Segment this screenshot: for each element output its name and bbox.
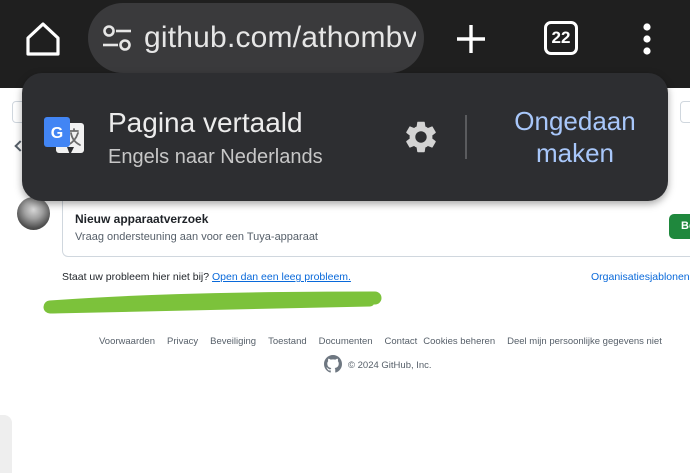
address-bar[interactable]: github.com/athombv [88,3,424,73]
home-button[interactable] [22,18,64,60]
tune-icon[interactable] [102,25,132,51]
footer-link-docs[interactable]: Documenten [319,336,373,350]
bottom-panel-edge [0,415,12,473]
get-started-button[interactable]: Beginnen [669,214,690,239]
organization-templates-link[interactable]: Organisatiesjablonen [591,271,690,283]
template-title: Nieuw apparaatverzoek [75,212,209,226]
translate-settings-button[interactable] [402,118,440,156]
popup-divider [465,115,467,159]
footer-link-status[interactable]: Toestand [268,336,307,350]
popup-subtitle: Engels naar Nederlands [108,146,323,168]
more-menu-button[interactable] [636,20,658,58]
url-text: github.com/athombv [144,21,416,54]
open-blank-issue-link[interactable]: Open dan een leeg probleem. [212,271,351,283]
home-icon [26,22,60,56]
svg-text:G: G [51,125,63,142]
google-translate-icon: G [44,117,84,155]
blank-issue-prompt: Staat uw probleem hier niet bij? [62,271,210,283]
more-vert-icon [643,23,651,55]
issue-template-card: Nieuw apparaatverzoek Vraag ondersteunin… [62,197,690,257]
footer-link-security[interactable]: Beveiliging [210,336,256,350]
blank-issue-line: Staat uw probleem hier niet bij? Open da… [62,271,351,283]
footer-link-terms[interactable]: Voorwaarden [99,336,155,350]
green-scribble [43,291,382,314]
page: github.com/athombv 22 Nieuw apparaatverz… [0,0,690,473]
footer-link-privacy[interactable]: Privacy [167,336,198,350]
template-description: Vraag ondersteuning aan voor een Tuya-ap… [75,231,318,243]
tab-switcher-button[interactable]: 22 [544,21,578,55]
popup-title: Pagina vertaald [108,107,303,138]
footer-links: Voorwaarden Privacy Beveiliging Toestand… [99,336,674,350]
new-tab-button[interactable] [452,20,490,58]
translate-popup: G Pagina vertaald Engels naar Nederlands… [22,73,668,201]
plus-icon [457,25,485,53]
footer-link-cookies[interactable]: Cookies beheren [423,336,495,350]
undo-translation-button[interactable]: Ongedaan maken [492,105,658,169]
undo-label-line2: maken [535,138,615,168]
undo-label-line1: Ongedaan [514,106,636,136]
gear-icon [406,121,436,153]
footer-link-contact[interactable]: Contact [385,336,418,350]
footer-link-do-not-share[interactable]: Deel mijn persoonlijke gegevens niet [507,336,662,350]
copyright-text: © 2024 GitHub, Inc. [348,360,432,371]
avatar [17,197,50,230]
github-logo-icon[interactable] [324,355,342,373]
toolbar-button-peek-right[interactable] [680,101,690,123]
